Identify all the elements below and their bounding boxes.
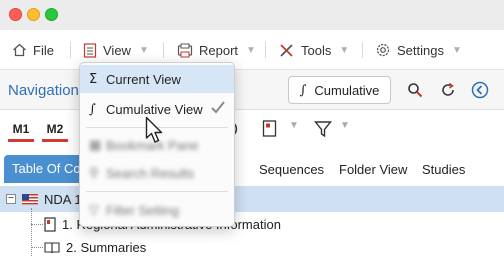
gear-icon [375,42,391,58]
module-toolbar: M1 M2 ▼ ▼ [0,110,504,150]
toc-tree: − NDA 1 1. Regional Administrative Infor… [0,186,504,259]
refresh-icon[interactable] [438,80,458,100]
menu-item-label: Cumulative View [106,101,203,117]
file-menu[interactable]: File [12,41,54,59]
search-icon: ⚲ [89,165,99,181]
chevron-down-icon: ▼ [246,44,256,56]
mouse-cursor-icon [145,116,163,147]
minimize-window-button[interactable] [27,8,40,21]
window-titlebar [0,0,504,30]
tab-folder-view[interactable]: Folder View [339,162,407,177]
view-menu[interactable]: View ▼ [83,41,149,59]
report-menu-label: Report [199,42,239,58]
navigation-tabs: Table Of Contents Sequences Folder View … [0,151,504,185]
menu-item-search-results: ⚲ Search Results [80,159,234,187]
us-flag-icon [22,193,38,205]
menu-item-filter-setting: ▽ Filter Setting [80,196,234,224]
tab-sequences[interactable]: Sequences [259,162,324,177]
menu-divider [86,191,228,192]
cumulative-button[interactable]: ∫ Cumulative [288,76,391,104]
bookmark-icon: ▦ [89,137,102,153]
menu-item-label: Current View [106,71,181,87]
menu-item-current-view[interactable]: Σ Current View [80,65,234,93]
close-window-button[interactable] [9,8,22,21]
sigma-icon: Σ [89,71,98,87]
maximize-window-button[interactable] [45,8,58,21]
view-menu-label: View [103,42,131,58]
collapse-toggle-icon[interactable]: − [6,194,16,204]
report-icon [177,43,193,58]
settings-menu-label: Settings [397,42,444,58]
chevron-down-icon: ▼ [451,44,462,56]
tree-root-row[interactable]: − NDA 1 [6,188,82,210]
tree-item[interactable]: 2. Summaries [44,236,146,258]
tree-item-label: 2. Summaries [66,239,147,255]
search-icon[interactable] [405,80,425,100]
tree-connector [31,224,43,225]
module-m1-button[interactable]: M1 [8,120,34,142]
integral-icon: ∫ [299,82,307,98]
pdf-document-icon[interactable] [262,120,278,138]
navigation-title: Navigation [8,82,79,99]
main-menubar: File View ▼ Report ▼ Tools ▼ Settings ▼ [0,30,504,70]
integral-icon: ∫ [89,101,96,117]
chevron-down-icon[interactable]: ▼ [289,120,299,131]
tools-menu-label: Tools [301,42,332,58]
filter-icon[interactable] [314,120,332,138]
tools-menu[interactable]: Tools ▼ [279,41,349,59]
chevron-down-icon: ▼ [339,44,350,56]
filter-icon: ▽ [89,202,99,218]
document-icon [44,216,56,232]
book-icon [44,241,60,254]
tree-connector [31,247,43,248]
menu-divider [265,42,266,58]
tree-connector [31,208,32,256]
menu-divider [362,42,363,58]
navigation-header: Navigation ∫ Cumulative [0,70,504,110]
menu-divider [70,42,71,58]
chevron-down-icon: ▼ [138,44,149,56]
module-m2-button[interactable]: M2 [42,120,68,142]
checkmark-icon [210,99,226,118]
document-list-icon [83,42,97,58]
file-menu-label: File [33,42,54,58]
chevron-down-icon[interactable]: ▼ [340,120,350,131]
menu-item-label: Filter Setting [106,202,179,218]
settings-menu[interactable]: Settings ▼ [375,41,462,59]
tree-root-label: NDA 1 [44,191,82,207]
collapse-panel-icon[interactable] [470,80,490,100]
tab-studies[interactable]: Studies [422,162,465,177]
home-icon [12,43,27,57]
menu-divider [163,42,164,58]
menu-item-label: Search Results [106,165,195,181]
cumulative-button-label: Cumulative [314,82,380,98]
report-menu[interactable]: Report ▼ [177,41,256,59]
wrench-icon [279,43,295,58]
